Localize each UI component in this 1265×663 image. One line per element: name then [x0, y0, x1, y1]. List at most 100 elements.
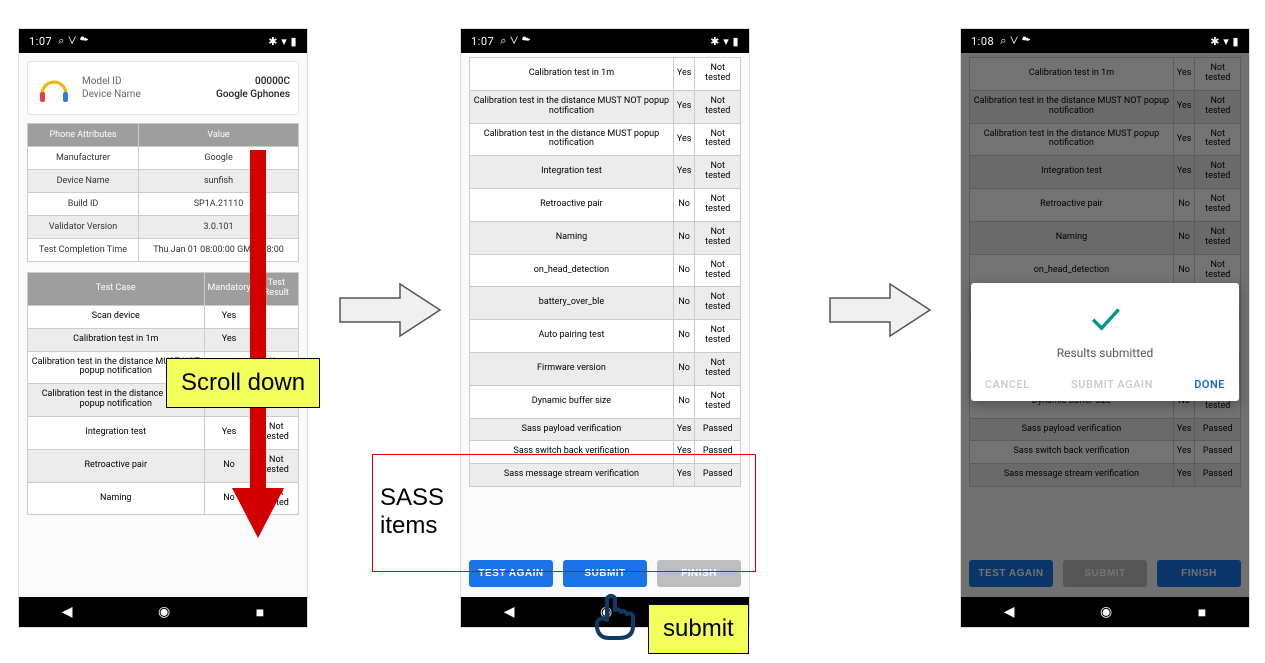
status-bar: 1:07 ⌕ ⋁ ☁ ✱ ▾ ▮: [461, 29, 749, 53]
case-mand: Yes: [673, 156, 695, 189]
case-name: on_head_detection: [470, 254, 674, 287]
case-name: Scan device: [28, 305, 205, 328]
case-result: Not tested: [695, 123, 741, 156]
nav-home-icon[interactable]: ◉: [1100, 604, 1112, 620]
test-cases-table: Calibration test in 1mYesNot testedCalib…: [469, 57, 741, 487]
case-result: Not tested: [695, 156, 741, 189]
status-left-icons: ⌕ ⋁ ☁: [1000, 34, 1031, 48]
table-row: Integration testYesNot tested: [470, 156, 741, 189]
case-result: Not tested: [695, 58, 741, 91]
case-mand: No: [673, 320, 695, 353]
nav-back-icon[interactable]: ◀: [62, 604, 73, 620]
case-mand: No: [673, 385, 695, 418]
case-name: Naming: [28, 482, 205, 515]
status-bar: 1:08 ⌕ ⋁ ☁ ✱ ▾ ▮: [961, 29, 1249, 53]
headphone-icon: [36, 70, 72, 106]
submit-annotation: submit: [648, 604, 749, 654]
device-name-value: Google Gphones: [216, 89, 290, 100]
android-navbar: ◀ ◉ ■: [19, 597, 307, 627]
case-mand: No: [673, 353, 695, 386]
android-navbar: ◀ ◉ ■: [961, 597, 1249, 627]
table-row: Calibration test in 1mYesNot tested: [470, 58, 741, 91]
check-icon: [985, 301, 1225, 338]
nav-back-icon[interactable]: ◀: [1004, 604, 1015, 620]
case-header-name: Test Case: [28, 273, 205, 306]
attr-key: Build ID: [28, 193, 139, 216]
case-result: Not tested: [695, 353, 741, 386]
table-row: Calibration test in the distance MUST NO…: [470, 90, 741, 123]
status-left-icons: ⌕ ⋁ ☁: [500, 34, 531, 48]
case-name: Retroactive pair: [28, 449, 205, 482]
flow-arrow-2: [826, 280, 936, 340]
case-result: Not tested: [695, 287, 741, 320]
case-name: Naming: [470, 221, 674, 254]
status-time: 1:08: [971, 35, 994, 48]
nav-back-icon[interactable]: ◀: [504, 604, 515, 620]
table-row: battery_over_bleNoNot tested: [470, 287, 741, 320]
flow-arrow-1: [336, 280, 446, 340]
nav-recent-icon[interactable]: ■: [256, 604, 264, 621]
dialog-submit-again-button[interactable]: SUBMIT AGAIN: [1071, 378, 1153, 391]
status-right-icons: ✱ ▾ ▮: [268, 35, 297, 48]
table-row: Sass payload verificationYesPassed: [470, 418, 741, 441]
table-row: on_head_detectionNoNot tested: [470, 254, 741, 287]
table-row: Retroactive pairNoNot tested: [470, 189, 741, 222]
case-name: Integration test: [470, 156, 674, 189]
dialog-message: Results submitted: [985, 346, 1225, 360]
status-right-icons: ✱ ▾ ▮: [710, 35, 739, 48]
case-name: battery_over_ble: [470, 287, 674, 320]
case-name: Integration test: [28, 417, 205, 450]
pointer-hand-icon: [587, 592, 643, 642]
case-mand: No: [673, 189, 695, 222]
case-name: Calibration test in the distance MUST po…: [470, 123, 674, 156]
case-name: Calibration test in 1m: [28, 328, 205, 351]
case-name: Sass payload verification: [470, 418, 674, 441]
device-card: Model ID 00000C Device Name Google Gphon…: [27, 61, 299, 115]
case-result: Not tested: [695, 320, 741, 353]
attr-header-val: Value: [139, 124, 299, 147]
attr-key: Test Completion Time: [28, 239, 139, 262]
case-result: Not tested: [695, 189, 741, 222]
case-result: Not tested: [695, 385, 741, 418]
case-mand: Yes: [673, 123, 695, 156]
status-bar: 1:07 ⌕ ⋁ ☁ ✱ ▾ ▮: [19, 29, 307, 53]
table-row: Calibration test in the distance MUST po…: [470, 123, 741, 156]
status-left-icons: ⌕ ⋁ ☁: [58, 34, 89, 48]
status-time: 1:07: [29, 35, 52, 48]
case-name: Dynamic buffer size: [470, 385, 674, 418]
case-name: Calibration test in 1m: [470, 58, 674, 91]
attr-key: Validator Version: [28, 216, 139, 239]
device-name-label: Device Name: [82, 89, 141, 100]
scroll-down-arrow: [228, 150, 288, 542]
phone-screenshot-3: 1:08 ⌕ ⋁ ☁ ✱ ▾ ▮ Calibration test in 1mY…: [960, 28, 1250, 628]
dialog-done-button[interactable]: DONE: [1194, 378, 1225, 391]
sass-items-annotation: SASS items: [380, 484, 444, 539]
table-row: Firmware versionNoNot tested: [470, 353, 741, 386]
case-mand: Yes: [673, 418, 695, 441]
table-row: Auto pairing testNoNot tested: [470, 320, 741, 353]
case-name: Retroactive pair: [470, 189, 674, 222]
status-time: 1:07: [471, 35, 494, 48]
attr-key: Manufacturer: [28, 147, 139, 170]
attr-header-key: Phone Attributes: [28, 124, 139, 147]
dialog-cancel-button[interactable]: CANCEL: [985, 378, 1030, 391]
case-mand: Yes: [673, 58, 695, 91]
nav-home-icon[interactable]: ◉: [158, 604, 170, 620]
scroll-down-annotation: Scroll down: [166, 358, 320, 408]
nav-recent-icon[interactable]: ■: [1198, 604, 1206, 621]
status-right-icons: ✱ ▾ ▮: [1210, 35, 1239, 48]
attr-key: Device Name: [28, 170, 139, 193]
case-result: Not tested: [695, 221, 741, 254]
case-result: Passed: [695, 418, 741, 441]
case-result: Not tested: [695, 254, 741, 287]
table-row: NamingNoNot tested: [470, 221, 741, 254]
case-mand: Yes: [673, 90, 695, 123]
model-id-value: 00000C: [255, 76, 290, 87]
model-id-label: Model ID: [82, 76, 122, 87]
case-name: Firmware version: [470, 353, 674, 386]
results-submitted-dialog: Results submitted CANCEL SUBMIT AGAIN DO…: [971, 283, 1239, 401]
case-result: Not tested: [695, 90, 741, 123]
case-name: Calibration test in the distance MUST NO…: [470, 90, 674, 123]
case-mand: No: [673, 221, 695, 254]
case-name: Auto pairing test: [470, 320, 674, 353]
